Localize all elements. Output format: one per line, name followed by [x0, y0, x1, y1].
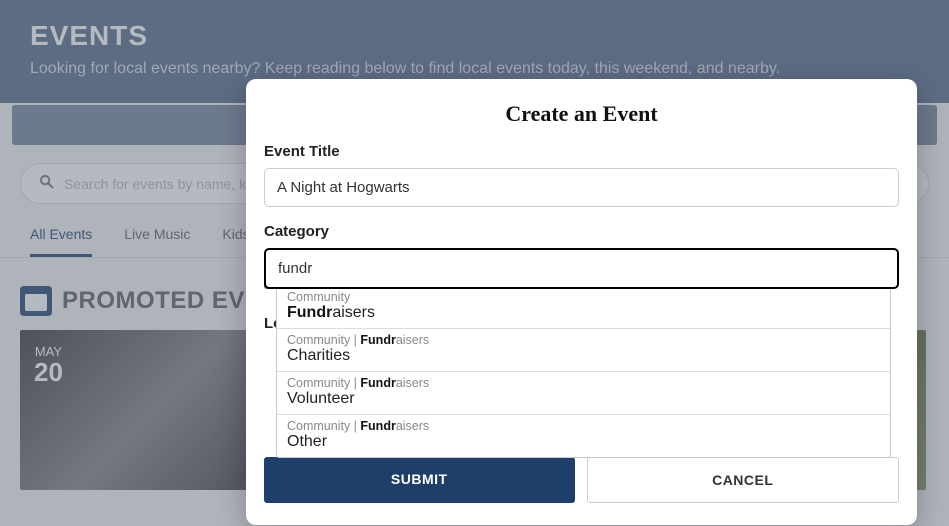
create-event-modal: Create an Event Event Title Category Lo … — [246, 79, 917, 525]
dropdown-item-charities[interactable]: Community | Fundraisers Charities — [277, 329, 890, 372]
dropdown-main: Volunteer — [287, 390, 880, 408]
dropdown-item-other[interactable]: Community | Fundraisers Other — [277, 415, 890, 457]
dropdown-breadcrumb: Community | Fundraisers — [287, 419, 880, 433]
dropdown-item-fundraisers[interactable]: Community Fundraisers — [277, 286, 890, 329]
dropdown-item-volunteer[interactable]: Community | Fundraisers Volunteer — [277, 372, 890, 415]
event-title-field: Event Title — [264, 143, 899, 207]
category-field: Category Lo Community Fundraisers Commun… — [264, 223, 899, 289]
submit-button[interactable]: SUBMIT — [264, 457, 575, 503]
dropdown-main: Fundraisers — [287, 304, 880, 322]
cancel-button[interactable]: CANCEL — [587, 457, 900, 503]
dropdown-main: Charities — [287, 347, 880, 365]
category-input[interactable] — [264, 248, 899, 289]
modal-title: Create an Event — [264, 101, 899, 127]
dropdown-main: Other — [287, 433, 880, 451]
category-dropdown: Community Fundraisers Community | Fundra… — [276, 285, 891, 458]
category-label: Category — [264, 223, 899, 240]
modal-buttons: SUBMIT CANCEL — [264, 457, 899, 503]
event-title-input[interactable] — [264, 168, 899, 207]
dropdown-breadcrumb: Community — [287, 290, 880, 304]
event-title-label: Event Title — [264, 143, 899, 160]
dropdown-breadcrumb: Community | Fundraisers — [287, 333, 880, 347]
dropdown-breadcrumb: Community | Fundraisers — [287, 376, 880, 390]
